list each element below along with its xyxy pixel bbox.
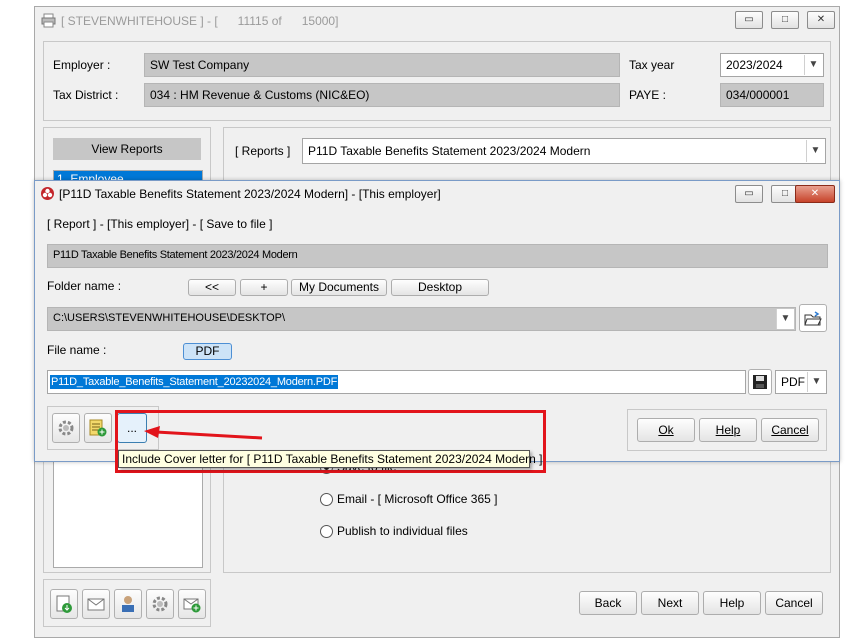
folder-path-value: C:\USERS\STEVENWHITEHOUSE\DESKTOP\ (53, 312, 286, 324)
download-doc-icon (56, 595, 72, 613)
folder-up-button[interactable]: << (188, 279, 236, 296)
email-button[interactable] (82, 589, 110, 619)
browse-folder-button[interactable] (799, 304, 827, 332)
tax-district-label: Tax District : (53, 88, 119, 102)
employer-label: Employer : (53, 58, 111, 72)
cancel-button[interactable]: Cancel (761, 418, 819, 442)
settings-button[interactable] (52, 413, 80, 443)
main-titlebar: [ STEVENWHITEHOUSE ] - [ 11115 of 15000]… (35, 7, 839, 35)
paye-value: 034/000001 (720, 83, 824, 107)
chevron-down-icon[interactable]: ▼ (776, 309, 794, 329)
minimize-button[interactable]: ▭ (735, 185, 763, 203)
maximize-button[interactable]: □ (771, 11, 799, 29)
chevron-down-icon[interactable]: ▼ (804, 55, 822, 75)
user-settings-button[interactable] (114, 589, 142, 619)
reports-value: P11D Taxable Benefits Statement 2023/202… (308, 144, 591, 158)
tax-year-label: Tax year (629, 58, 675, 72)
save-report-dialog: [P11D Taxable Benefits Statement 2023/20… (34, 180, 840, 462)
employer-value: SW Test Company (144, 53, 620, 77)
radio-label: Email - [ Microsoft Office 365 ] (337, 492, 498, 506)
open-folder-icon (804, 311, 822, 326)
close-button[interactable]: ✕ (807, 11, 835, 29)
user-icon (122, 596, 134, 612)
cover-letter-tooltip: Include Cover letter for [ P11D Taxable … (118, 450, 542, 468)
file-name-input[interactable]: P11D_Taxable_Benefits_Statement_20232024… (47, 370, 746, 394)
new-folder-button[interactable]: + (240, 279, 288, 296)
envelope-add-icon (183, 598, 201, 613)
employer-info-panel: Employer : SW Test Company Tax District … (43, 41, 831, 121)
back-button[interactable]: Back (579, 591, 637, 615)
chevron-down-icon[interactable]: ▼ (807, 372, 825, 392)
folder-name-label: Folder name : (47, 279, 122, 293)
printer-icon (41, 13, 56, 28)
add-cover-letter-button[interactable] (84, 413, 112, 443)
add-email-button[interactable] (178, 589, 206, 619)
main-window-title: [ STEVENWHITEHOUSE ] - [ 11115 of 15000] (61, 14, 339, 28)
paye-label: PAYE : (629, 88, 666, 102)
tax-district-value: 034 : HM Revenue & Customs (NIC&EO) (144, 83, 620, 107)
gear-icon (58, 420, 74, 436)
report-name-field: P11D Taxable Benefits Statement 2023/202… (47, 244, 828, 268)
desktop-button[interactable]: Desktop (391, 279, 489, 296)
file-name-value: P11D_Taxable_Benefits_Statement_20232024… (50, 375, 339, 389)
file-name-label: File name : (47, 343, 107, 357)
radio-publish[interactable]: Publish to individual files (320, 524, 468, 538)
save-file-button[interactable] (748, 369, 772, 395)
dialog-action-buttons: Ok Help Cancel (627, 409, 827, 451)
reports-select[interactable]: P11D Taxable Benefits Statement 2023/202… (302, 138, 826, 164)
format-select[interactable]: PDF ▼ (775, 370, 827, 394)
minimize-button[interactable]: ▭ (735, 11, 763, 29)
cancel-button[interactable]: Cancel (765, 591, 823, 615)
settings-button[interactable] (146, 589, 174, 619)
dialog-titlebar: [P11D Taxable Benefits Statement 2023/20… (35, 181, 839, 207)
dialog-title: [P11D Taxable Benefits Statement 2023/20… (59, 187, 441, 201)
help-button[interactable]: Help (699, 418, 757, 442)
envelope-icon (87, 598, 105, 611)
navigation-buttons: Back Next Help Cancel (569, 583, 825, 621)
pointer-arrow-icon (144, 426, 263, 440)
radio-indicator[interactable] (320, 492, 333, 506)
bottom-icon-toolbar (43, 579, 211, 627)
radio-indicator[interactable] (320, 524, 333, 538)
reports-label: [ Reports ] (235, 144, 291, 158)
folder-path-select[interactable]: C:\USERS\STEVENWHITEHOUSE\DESKTOP\ ▼ (47, 307, 796, 331)
radio-label: Publish to individual files (337, 524, 468, 538)
dialog-breadcrumb: [ Report ] - [This employer] - [ Save to… (47, 217, 273, 231)
tax-year-value: 2023/2024 (726, 58, 783, 72)
my-documents-button[interactable]: My Documents (291, 279, 387, 296)
radio-email[interactable]: Email - [ Microsoft Office 365 ] (320, 492, 498, 506)
floppy-disk-icon (753, 375, 767, 389)
pdf-tag[interactable]: PDF (183, 343, 232, 360)
next-button[interactable]: Next (641, 591, 699, 615)
format-value: PDF (781, 375, 805, 389)
tax-year-select[interactable]: 2023/2024 ▼ (720, 53, 824, 77)
gear-icon (152, 596, 168, 612)
app-logo-icon (41, 187, 54, 200)
export-button[interactable] (50, 589, 78, 619)
view-reports-header: View Reports (53, 138, 201, 160)
note-add-icon (89, 419, 107, 437)
chevron-down-icon[interactable]: ▼ (806, 140, 824, 162)
ok-button[interactable]: Ok (637, 418, 695, 442)
close-button[interactable]: ✕ (795, 185, 835, 203)
help-button[interactable]: Help (703, 591, 761, 615)
